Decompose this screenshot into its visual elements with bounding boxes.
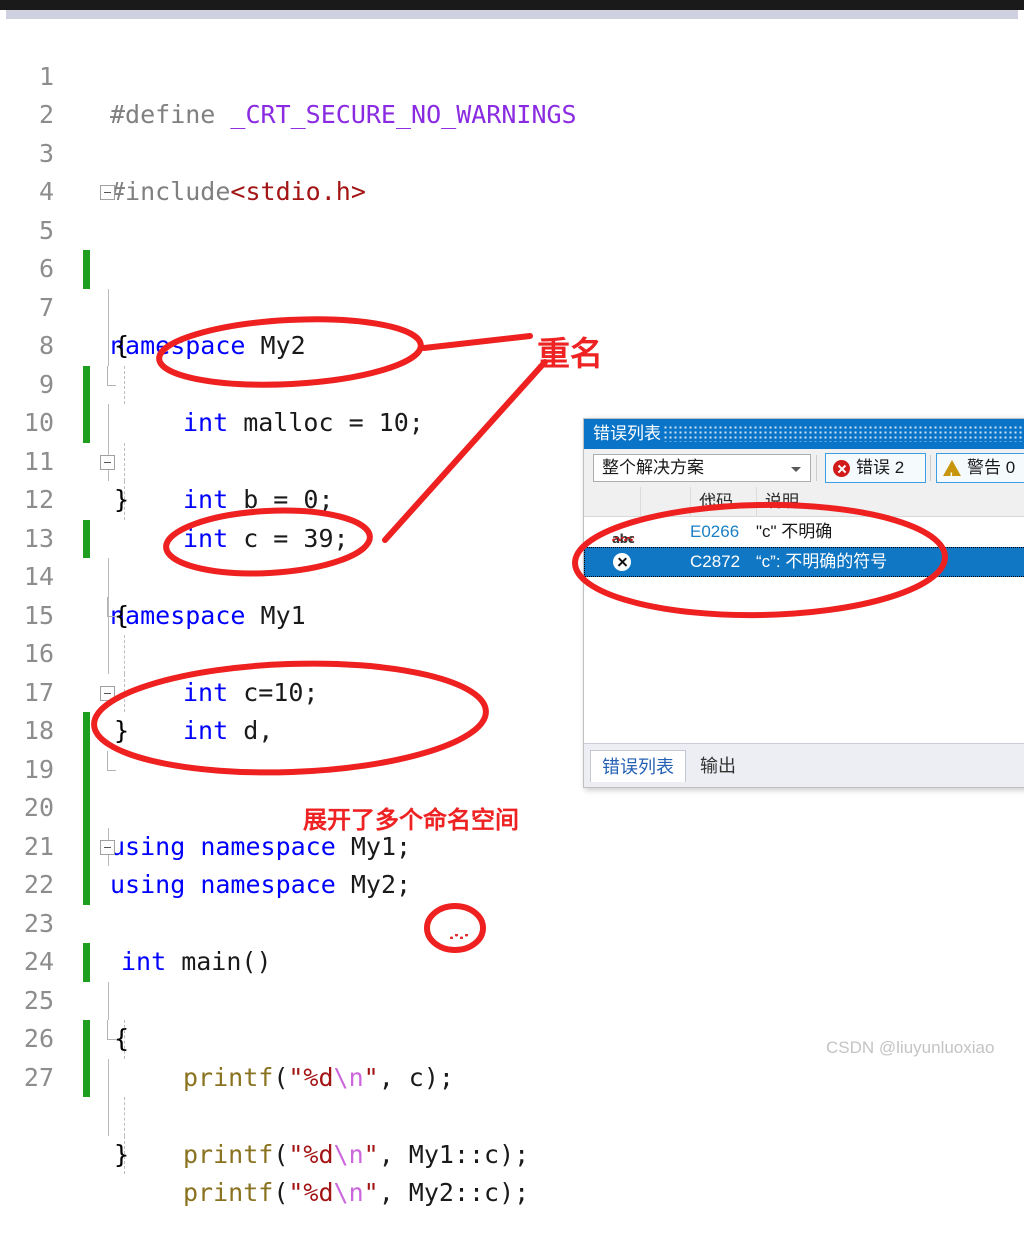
x-glyph — [613, 553, 631, 571]
abc-underline — [612, 537, 634, 541]
token-arg-my1-c: , My1::c); — [378, 1139, 530, 1169]
panel-tabstrip[interactable]: 错误列表 输出 — [584, 743, 1024, 787]
collapse-toggle-icon[interactable] — [100, 685, 115, 701]
watermark: CSDN @liuyunluoxiao — [826, 1038, 995, 1057]
code-line[interactable]: 9 int c = 39; — [0, 327, 1024, 553]
collapse-toggle-icon[interactable] — [100, 185, 115, 200]
block-guide — [108, 1097, 109, 1136]
horizontal-scrollbar[interactable] — [6, 10, 1018, 19]
warning-triangle-icon — [943, 460, 961, 491]
block-guide — [108, 1058, 109, 1097]
scope-dropdown[interactable]: 整个解决方案 — [593, 454, 811, 482]
code-line[interactable]: 23 { — [0, 866, 1024, 1054]
code-line[interactable]: 8 int b = 0; — [0, 289, 1024, 514]
chevron-down-icon[interactable] — [791, 467, 801, 472]
code-line[interactable]: 6 { — [0, 212, 1024, 360]
token-format-close: " — [363, 1178, 379, 1207]
column-header-description[interactable]: 说明 — [756, 487, 1024, 517]
code-line[interactable]: 26 printf("%d\n", My2::c); — [0, 982, 1024, 1207]
line-content: printf("%d\n", c); — [183, 1059, 454, 1098]
collapse-toggle-icon[interactable] — [100, 839, 115, 855]
error-list-panel[interactable]: 错误列表 整个解决方案 错误 2 警告 0 代码 说明 abc E0266 — [583, 418, 1024, 788]
line-content: printf("%d\n", My2::c); — [183, 1174, 529, 1213]
error-list-title-label: 错误列表 — [593, 424, 661, 443]
error-list-toolbar[interactable]: 整个解决方案 错误 2 警告 0 — [584, 449, 1024, 491]
error-squiggle-icon — [449, 933, 469, 939]
warning-count-button[interactable]: 警告 0 — [936, 453, 1024, 491]
line-content: } — [114, 1139, 130, 1169]
code-line[interactable]: 5 namespace My2 — [0, 173, 1024, 360]
token-paren: ( — [273, 1139, 289, 1169]
token-fn-printf: printf — [183, 1139, 274, 1169]
token-fn-printf: printf — [183, 1178, 274, 1207]
code-line[interactable]: 4 — [0, 135, 1024, 206]
panel-grip-icon — [664, 426, 1024, 442]
error-description: “c”: 不明确的符号 — [756, 552, 888, 571]
token-fn-printf: printf — [183, 1062, 274, 1092]
token-paren: ( — [273, 1062, 289, 1092]
error-code[interactable]: C2872 — [690, 547, 740, 577]
column-header-options[interactable] — [640, 487, 717, 517]
error-table-header: 代码 说明 — [584, 487, 1024, 517]
annotation-expand-label: 展开了多个命名空间 — [303, 806, 519, 834]
block-guide-end — [107, 750, 116, 771]
title-bar-strip — [0, 0, 1024, 10]
error-list-body[interactable] — [584, 577, 1024, 743]
collapse-toggle-icon[interactable] — [100, 454, 115, 470]
line-number: 27 — [23, 1062, 54, 1092]
code-line[interactable]: 25 printf("%d\n", My1::c); — [0, 943, 1024, 1169]
error-circle-icon — [833, 460, 850, 477]
column-header-code[interactable]: 代码 — [690, 487, 756, 517]
code-line[interactable]: 7 int malloc = 10; — [0, 250, 1024, 438]
table-row[interactable]: C2872 “c”: 不明确的符号 — [584, 547, 1024, 577]
block-guide-end — [107, 365, 116, 386]
token-format-open: "%d — [288, 1139, 334, 1169]
line-content: printf("%d\n", My1::c); — [183, 1136, 529, 1175]
error-code[interactable]: E0266 — [690, 517, 739, 547]
column-header-icon[interactable] — [600, 487, 640, 517]
error-list-titlebar[interactable]: 错误列表 — [584, 419, 1024, 449]
toolbar-divider — [816, 455, 817, 481]
table-row[interactable]: abc E0266 "c" 不明确 — [584, 517, 1024, 547]
abc-squiggle-icon: abc — [612, 522, 635, 546]
token-arg-my2-c: , My2::c); — [378, 1178, 530, 1207]
code-line[interactable]: 1 #define _CRT_SECURE_NO_WARNINGS — [0, 19, 1024, 130]
token-format-open: "%d — [288, 1178, 334, 1207]
code-line[interactable]: 3 #include<stdio.h> — [0, 96, 1024, 207]
error-x-icon — [612, 552, 634, 572]
token-format-close: " — [363, 1139, 379, 1169]
block-guide-end — [107, 1020, 116, 1040]
warning-count-label: 警告 0 — [967, 458, 1016, 477]
change-marker — [83, 1058, 90, 1097]
code-line[interactable]: 10 } — [0, 365, 1024, 514]
indent-guide — [124, 1097, 125, 1136]
token-format-open: "%d — [288, 1062, 334, 1092]
annotation-rename-label: 重名 — [537, 334, 603, 373]
code-line[interactable]: 24 printf("%d\n", c); — [0, 905, 1024, 1092]
tab-output[interactable]: 输出 — [689, 750, 747, 782]
tab-error-list[interactable]: 错误列表 — [590, 750, 686, 782]
token-escape: \n — [333, 1178, 364, 1207]
error-count-label: 错误 2 — [856, 458, 905, 477]
block-guide-end — [107, 596, 116, 617]
error-description: "c" 不明确 — [756, 522, 833, 541]
error-count-button[interactable]: 错误 2 — [825, 453, 926, 483]
toolbar-divider — [930, 455, 931, 481]
scope-dropdown-value: 整个解决方案 — [602, 458, 704, 477]
token-escape: \n — [333, 1062, 364, 1092]
token-escape: \n — [333, 1139, 364, 1169]
code-line[interactable]: 2 — [0, 58, 1024, 129]
token-paren: ( — [273, 1178, 289, 1207]
token-format-close: " — [363, 1062, 379, 1092]
token-arg-c: , c); — [378, 1062, 454, 1092]
